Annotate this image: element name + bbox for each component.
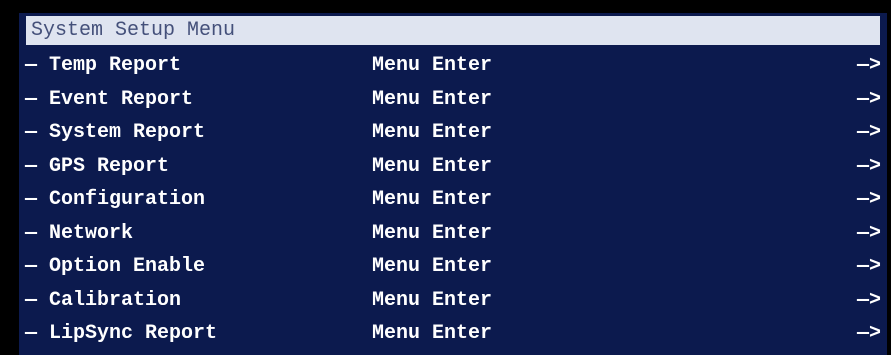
menu-list: — Temp Report Menu Enter —> — Event Repo… [19, 49, 887, 351]
menu-item-configuration[interactable]: — Configuration Menu Enter —> [19, 183, 887, 217]
system-setup-menu-panel: System Setup Menu — Temp Report Menu Ent… [19, 13, 887, 355]
menu-item-label: — LipSync Report [25, 322, 218, 345]
arrow-right-icon: —> [856, 255, 881, 278]
arrow-right-icon: —> [856, 188, 881, 211]
arrow-right-icon: —> [856, 288, 881, 312]
menu-item-event-report[interactable]: — Event Report Menu Enter —> [19, 83, 887, 117]
arrow-right-icon: —> [856, 54, 881, 77]
menu-item-action: Menu Enter [372, 288, 493, 312]
menu-item-label: — Configuration [25, 188, 206, 211]
menu-item-label: — Network [25, 221, 134, 245]
menu-item-calibration[interactable]: — Calibration Menu Enter —> [19, 284, 887, 318]
menu-item-label: — Option Enable [25, 255, 206, 278]
arrow-right-icon: —> [856, 121, 881, 144]
menu-item-action: Menu Enter [372, 188, 493, 211]
arrow-right-icon: —> [856, 154, 881, 178]
menu-item-label: — System Report [25, 121, 206, 144]
menu-item-label: — Calibration [25, 288, 182, 312]
menu-item-lipsync-report[interactable]: — LipSync Report Menu Enter —> [19, 317, 887, 351]
menu-item-option-enable[interactable]: — Option Enable Menu Enter —> [19, 250, 887, 284]
menu-item-action: Menu Enter [372, 154, 493, 178]
menu-item-system-report[interactable]: — System Report Menu Enter —> [19, 116, 887, 150]
menu-item-action: Menu Enter [372, 54, 493, 77]
menu-item-action: Menu Enter [372, 255, 493, 278]
arrow-right-icon: —> [856, 322, 881, 345]
menu-item-label: — Temp Report [25, 54, 182, 77]
menu-item-label: — GPS Report [25, 154, 170, 178]
menu-item-network[interactable]: — Network Menu Enter —> [19, 217, 887, 251]
menu-item-action: Menu Enter [372, 121, 493, 144]
menu-item-temp-report[interactable]: — Temp Report Menu Enter —> [19, 49, 887, 83]
menu-item-action: Menu Enter [372, 322, 493, 345]
arrow-right-icon: —> [856, 87, 881, 111]
menu-item-action: Menu Enter [372, 221, 493, 245]
menu-title: System Setup Menu [26, 16, 880, 45]
menu-item-action: Menu Enter [372, 87, 493, 111]
menu-item-label: — Event Report [25, 87, 194, 111]
arrow-right-icon: —> [856, 221, 881, 245]
menu-item-gps-report[interactable]: — GPS Report Menu Enter —> [19, 150, 887, 184]
